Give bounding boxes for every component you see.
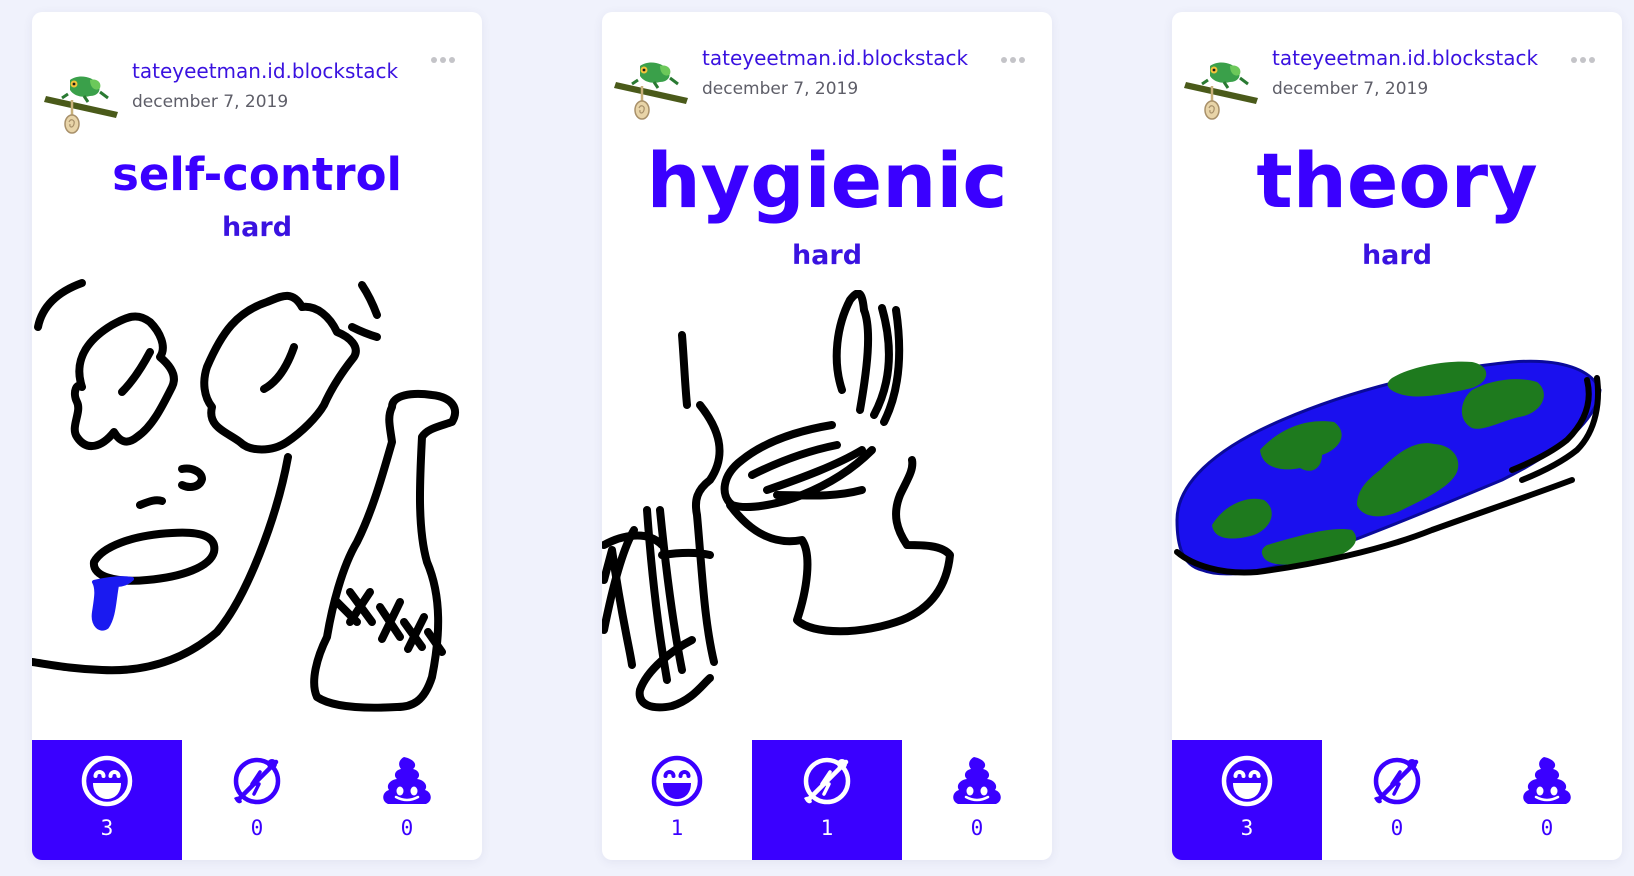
prompt-word: self-control [112, 148, 402, 201]
post-card: tateyeetman.id.blockstack december 7, 20… [602, 12, 1052, 860]
poop-icon [1520, 754, 1574, 808]
frog-avatar[interactable] [614, 60, 690, 122]
grinning-face-icon [1220, 754, 1274, 808]
poop-reaction-button[interactable]: 0 [1472, 740, 1622, 860]
author-link[interactable]: tateyeetman.id.blockstack [702, 46, 968, 70]
laugh-reaction-button[interactable]: 1 [752, 740, 902, 860]
difficulty-label: hard [1361, 240, 1433, 271]
reaction-count: 0 [250, 816, 264, 840]
reaction-count: 3 [100, 816, 114, 840]
reaction-bar: 1 1 0 [602, 740, 1052, 860]
drawing-image [32, 279, 460, 712]
crying-laughing-face-icon [1370, 754, 1424, 808]
crying-laughing-face-icon [230, 754, 284, 808]
reaction-count: 1 [820, 816, 834, 840]
reaction-bar: 3 0 0 [32, 740, 482, 860]
prompt-word: hygienic [646, 136, 1008, 225]
grin-reaction-button[interactable]: 1 [602, 740, 752, 860]
difficulty-label: hard [791, 240, 863, 271]
laugh-reaction-button[interactable]: 0 [182, 740, 332, 860]
more-options-icon[interactable] [1000, 55, 1026, 65]
poop-reaction-button[interactable]: 0 [332, 740, 482, 860]
post-date: december 7, 2019 [132, 92, 289, 112]
frog-avatar[interactable] [44, 74, 120, 136]
drawing-image [602, 290, 954, 712]
post-date: december 7, 2019 [1272, 79, 1429, 99]
reaction-count: 1 [670, 816, 684, 840]
laugh-reaction-button[interactable]: 0 [1322, 740, 1472, 860]
reaction-bar: 3 0 0 [1172, 740, 1622, 860]
reaction-count: 0 [1540, 816, 1554, 840]
crying-laughing-face-icon [800, 754, 854, 808]
poop-reaction-button[interactable]: 0 [902, 740, 1052, 860]
prompt-word: theory [1256, 136, 1538, 225]
drawing-image [1174, 359, 1602, 576]
reaction-count: 0 [400, 816, 414, 840]
author-link[interactable]: tateyeetman.id.blockstack [1272, 46, 1538, 70]
reaction-count: 3 [1240, 816, 1254, 840]
frog-avatar[interactable] [1184, 60, 1260, 122]
difficulty-label: hard [221, 212, 293, 243]
post-card: tateyeetman.id.blockstack december 7, 20… [1172, 12, 1622, 860]
grin-reaction-button[interactable]: 3 [32, 740, 182, 860]
reaction-count: 0 [970, 816, 984, 840]
reaction-count: 0 [1390, 816, 1404, 840]
post-card: tateyeetman.id.blockstack december 7, 20… [32, 12, 482, 860]
more-options-icon[interactable] [1570, 55, 1596, 65]
poop-icon [380, 754, 434, 808]
poop-icon [950, 754, 1004, 808]
grinning-face-icon [650, 754, 704, 808]
author-link[interactable]: tateyeetman.id.blockstack [132, 59, 398, 83]
grin-reaction-button[interactable]: 3 [1172, 740, 1322, 860]
grinning-face-icon [80, 754, 134, 808]
post-date: december 7, 2019 [702, 79, 859, 99]
more-options-icon[interactable] [430, 55, 456, 65]
